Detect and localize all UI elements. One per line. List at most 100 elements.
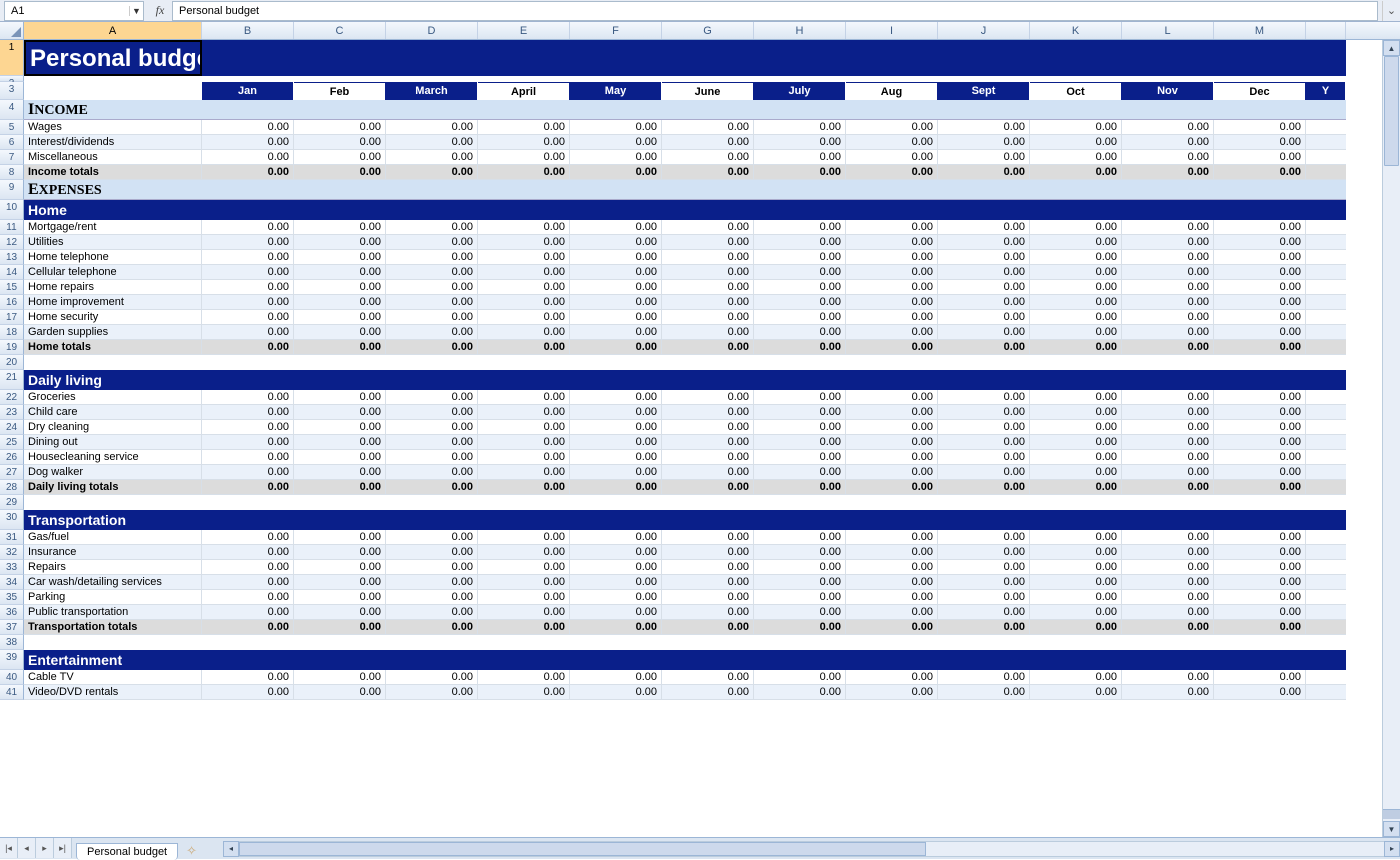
cell[interactable]: 0.00	[846, 605, 938, 620]
cell[interactable]: 0.00	[846, 450, 938, 465]
row-label[interactable]: Insurance	[24, 545, 202, 560]
cell[interactable]: 0.00	[386, 135, 478, 150]
row-header-24[interactable]: 24	[0, 420, 24, 435]
cell[interactable]: 0.00	[386, 250, 478, 265]
cell[interactable]: 0.00	[570, 390, 662, 405]
cell[interactable]: 0.00	[478, 220, 570, 235]
cell[interactable]: 0.00	[938, 465, 1030, 480]
row-label[interactable]: Wages	[24, 120, 202, 135]
cell[interactable]: 0.00	[386, 465, 478, 480]
cell[interactable]: 0.00	[1122, 560, 1214, 575]
row-total[interactable]: Transportation totals	[24, 620, 202, 635]
cell[interactable]: 0.00	[386, 480, 478, 495]
cell[interactable]: 0.00	[1214, 405, 1306, 420]
cell[interactable]: 0.00	[1030, 325, 1122, 340]
row-header-16[interactable]: 16	[0, 295, 24, 310]
cell[interactable]: 0.00	[846, 405, 938, 420]
cell[interactable]: 0.00	[1214, 560, 1306, 575]
row-header-21[interactable]: 21	[0, 370, 24, 390]
row-header-29[interactable]: 29	[0, 495, 24, 510]
fx-icon[interactable]: fx	[152, 3, 168, 19]
cell[interactable]: 0.00	[938, 435, 1030, 450]
cell[interactable]: 0.00	[478, 620, 570, 635]
column-header-H[interactable]: H	[754, 22, 846, 39]
cell[interactable]: 0.00	[1122, 420, 1214, 435]
cell[interactable]: 0.00	[662, 295, 754, 310]
cell[interactable]: 0.00	[1214, 280, 1306, 295]
cell[interactable]: 0.00	[938, 480, 1030, 495]
cell[interactable]: 0.00	[570, 310, 662, 325]
cell[interactable]: 0.00	[1214, 530, 1306, 545]
cell[interactable]: 0.00	[662, 325, 754, 340]
row-label[interactable]: Garden supplies	[24, 325, 202, 340]
cell[interactable]: 0.00	[294, 465, 386, 480]
cell[interactable]: 0.00	[754, 405, 846, 420]
row-label[interactable]: Home security	[24, 310, 202, 325]
cell[interactable]: 0.00	[478, 120, 570, 135]
cell[interactable]: 0.00	[1122, 390, 1214, 405]
cell[interactable]: 0.00	[294, 295, 386, 310]
cell[interactable]: 0.00	[294, 560, 386, 575]
cell[interactable]: 0.00	[1214, 295, 1306, 310]
cell[interactable]: 0.00	[570, 450, 662, 465]
cell[interactable]: 0.00	[1122, 325, 1214, 340]
cell[interactable]: 0.00	[754, 220, 846, 235]
cell[interactable]: 0.00	[1214, 670, 1306, 685]
cell[interactable]: 0.00	[1030, 120, 1122, 135]
cell[interactable]: 0.00	[570, 340, 662, 355]
row-label[interactable]: Public transportation	[24, 605, 202, 620]
row-header-12[interactable]: 12	[0, 235, 24, 250]
cell[interactable]: 0.00	[570, 545, 662, 560]
cell[interactable]: 0.00	[386, 590, 478, 605]
cell[interactable]: 0.00	[386, 310, 478, 325]
row-total[interactable]: Income totals	[24, 165, 202, 180]
cell[interactable]: 0.00	[1030, 420, 1122, 435]
cell[interactable]: 0.00	[846, 235, 938, 250]
tab-next-icon[interactable]: ▸	[36, 838, 54, 858]
cell[interactable]: 0.00	[1122, 465, 1214, 480]
cell[interactable]: 0.00	[386, 390, 478, 405]
cell[interactable]: 0.00	[662, 340, 754, 355]
cell[interactable]: 0.00	[202, 590, 294, 605]
cell[interactable]: 0.00	[570, 685, 662, 700]
cell[interactable]: 0.00	[938, 420, 1030, 435]
row-label[interactable]: Gas/fuel	[24, 530, 202, 545]
cell[interactable]: 0.00	[662, 135, 754, 150]
cell[interactable]: 0.00	[662, 420, 754, 435]
row-label[interactable]: Repairs	[24, 560, 202, 575]
row-header-15[interactable]: 15	[0, 280, 24, 295]
section-expenses[interactable]: EXPENSES	[24, 180, 1346, 200]
cell[interactable]: 0.00	[1214, 235, 1306, 250]
row-label[interactable]: Miscellaneous	[24, 150, 202, 165]
cell[interactable]: 0.00	[754, 620, 846, 635]
cell[interactable]: 0.00	[846, 545, 938, 560]
cell[interactable]: 0.00	[1122, 605, 1214, 620]
cell[interactable]: 0.00	[478, 420, 570, 435]
section-income[interactable]: INCOME	[24, 100, 1346, 120]
cell[interactable]: 0.00	[478, 250, 570, 265]
cell[interactable]: 0.00	[202, 295, 294, 310]
cell[interactable]: 0.00	[202, 150, 294, 165]
cell[interactable]: 0.00	[478, 340, 570, 355]
cell[interactable]: 0.00	[1030, 310, 1122, 325]
cell[interactable]: 0.00	[386, 405, 478, 420]
row-header-17[interactable]: 17	[0, 310, 24, 325]
cell[interactable]: 0.00	[570, 405, 662, 420]
cell[interactable]: 0.00	[938, 340, 1030, 355]
cell[interactable]: 0.00	[570, 435, 662, 450]
cell[interactable]: 0.00	[662, 605, 754, 620]
row-header-27[interactable]: 27	[0, 465, 24, 480]
cell[interactable]: 0.00	[202, 120, 294, 135]
row-label[interactable]: Home improvement	[24, 295, 202, 310]
cell[interactable]: 0.00	[478, 670, 570, 685]
row-label[interactable]: Home telephone	[24, 250, 202, 265]
cell[interactable]: 0.00	[478, 480, 570, 495]
row-header-38[interactable]: 38	[0, 635, 24, 650]
cell[interactable]: 0.00	[202, 265, 294, 280]
row-header-22[interactable]: 22	[0, 390, 24, 405]
cell[interactable]: 0.00	[754, 685, 846, 700]
row-header-32[interactable]: 32	[0, 545, 24, 560]
cell[interactable]: 0.00	[1030, 465, 1122, 480]
cell[interactable]: 0.00	[662, 390, 754, 405]
formula-input[interactable]: Personal budget	[172, 1, 1378, 21]
